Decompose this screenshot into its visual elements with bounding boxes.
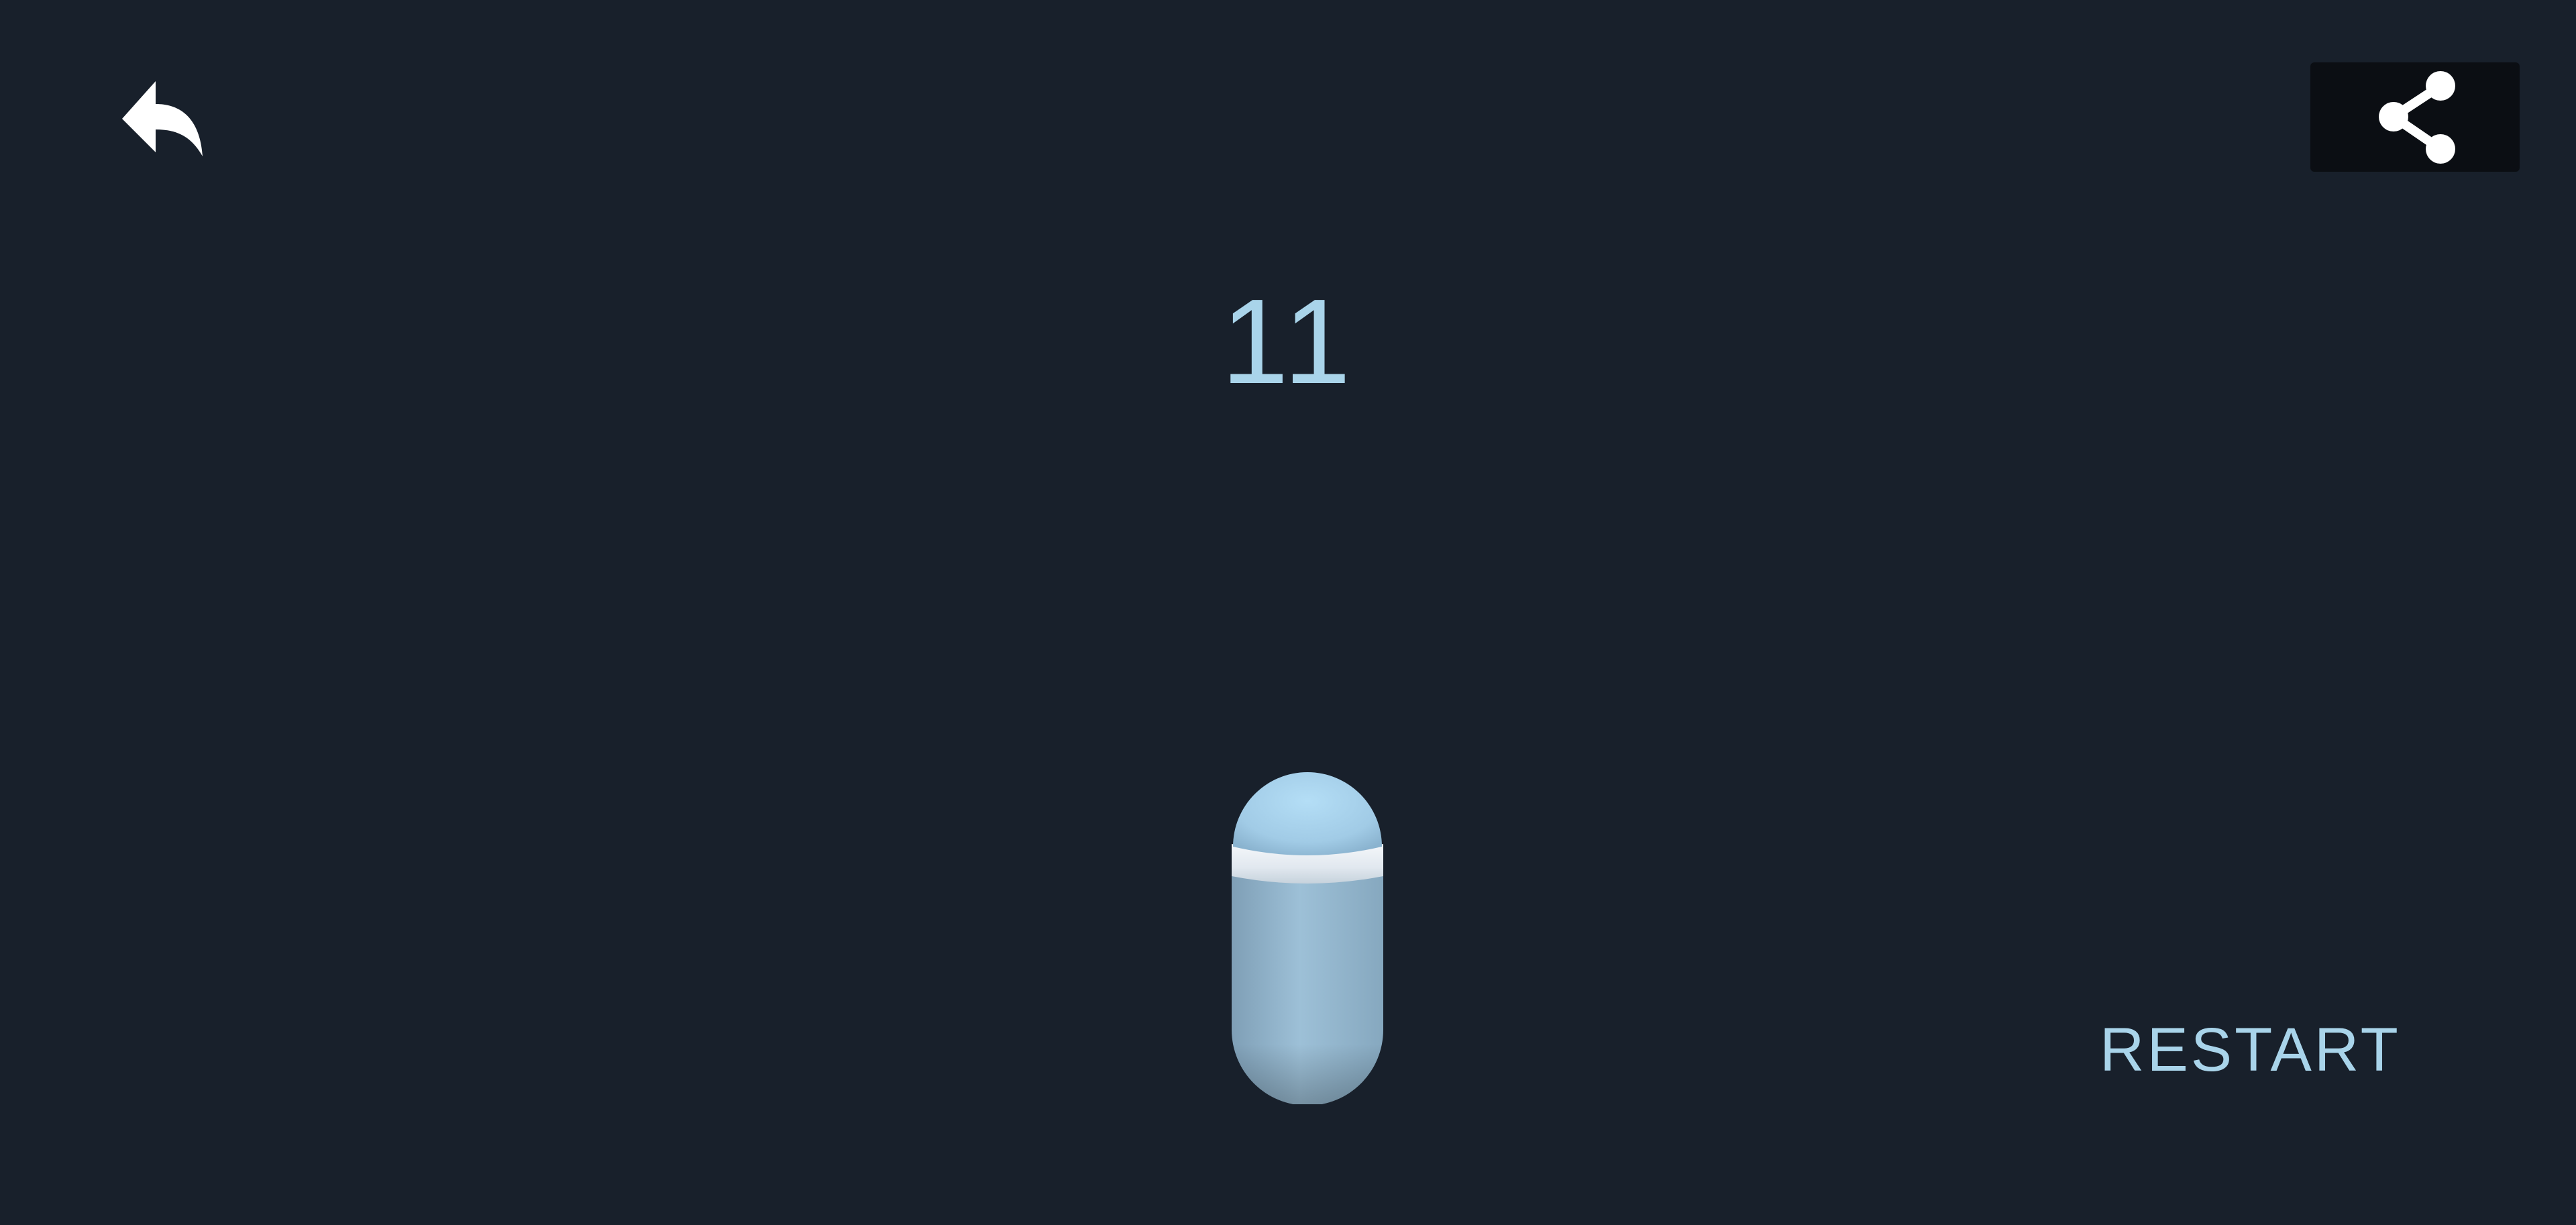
restart-button[interactable]: RESTART bbox=[2100, 1013, 2398, 1087]
reply-arrow-icon bbox=[122, 81, 203, 156]
back-button[interactable] bbox=[114, 77, 208, 164]
game-screen: 11 RESTART bbox=[0, 0, 2576, 1225]
capsule-character bbox=[1232, 745, 1383, 1106]
score-display: 11 bbox=[1221, 274, 1355, 409]
share-icon bbox=[2379, 71, 2455, 164]
share-button[interactable] bbox=[2310, 62, 2520, 172]
